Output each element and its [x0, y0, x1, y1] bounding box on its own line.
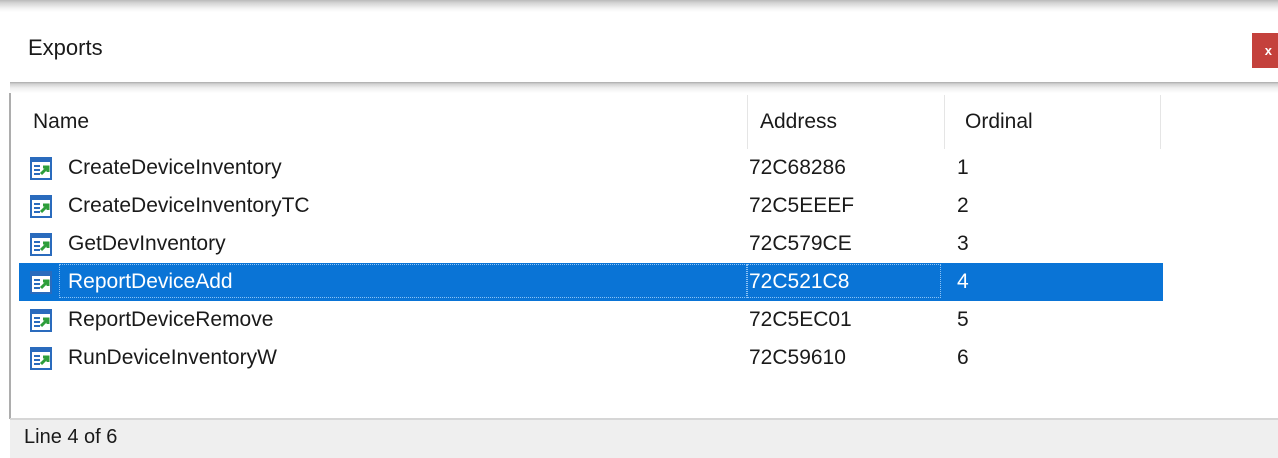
row-address: 72C5EC01 — [749, 308, 852, 331]
row-ordinal: 6 — [957, 346, 969, 369]
row-name: CreateDeviceInventoryTC — [68, 194, 310, 217]
export-function-icon — [30, 157, 52, 180]
export-function-icon — [30, 309, 52, 332]
list-row[interactable]: CreateDeviceInventory 72C68286 1 — [19, 149, 1163, 187]
row-address: 72C579CE — [749, 232, 852, 255]
exports-window: Exports x Name Address Ordinal CreateDev… — [0, 0, 1278, 458]
row-name: GetDevInventory — [68, 232, 226, 255]
row-name: ReportDeviceAdd — [68, 270, 233, 293]
title-separator — [10, 82, 1278, 93]
row-ordinal: 3 — [957, 232, 969, 255]
row-name: RunDeviceInventoryW — [68, 346, 277, 369]
row-ordinal: 1 — [957, 156, 969, 179]
list-row[interactable]: GetDevInventory 72C579CE 3 — [19, 225, 1163, 263]
export-function-icon — [30, 271, 52, 294]
row-ordinal: 2 — [957, 194, 969, 217]
export-function-icon — [30, 233, 52, 256]
column-header-address[interactable]: Address — [748, 95, 945, 149]
row-ordinal: 5 — [957, 308, 969, 331]
close-button[interactable]: x — [1252, 33, 1278, 68]
list-row[interactable]: CreateDeviceInventoryTC 72C5EEEF 2 — [19, 187, 1163, 225]
list-row[interactable]: RunDeviceInventoryW 72C59610 6 — [19, 339, 1163, 377]
column-header-ordinal[interactable]: Ordinal — [945, 95, 1161, 149]
export-function-icon — [30, 195, 52, 218]
list-row-selected[interactable]: ReportDeviceAdd 72C521C8 4 — [19, 263, 1163, 301]
exports-list[interactable]: Name Address Ordinal CreateDeviceInvento… — [11, 93, 1278, 418]
window-title: Exports — [28, 35, 103, 60]
column-header-name[interactable]: Name — [11, 95, 748, 149]
row-name: CreateDeviceInventory — [68, 156, 282, 179]
row-ordinal: 4 — [957, 270, 969, 293]
row-address: 72C5EEEF — [749, 194, 855, 217]
row-address: 72C59610 — [749, 346, 846, 369]
row-name: ReportDeviceRemove — [68, 308, 274, 331]
export-function-icon — [30, 347, 52, 370]
title-bar[interactable]: Exports x — [10, 12, 1278, 82]
status-bar: Line 4 of 6 — [10, 420, 1278, 458]
row-address: 72C521C8 — [749, 270, 850, 293]
window-top-border — [0, 0, 1278, 12]
list-header: Name Address Ordinal — [11, 95, 1278, 149]
close-icon[interactable]: x — [1265, 43, 1272, 58]
row-address: 72C68286 — [749, 156, 846, 179]
status-text: Line 4 of 6 — [24, 426, 118, 448]
list-row[interactable]: ReportDeviceRemove 72C5EC01 5 — [19, 301, 1163, 339]
